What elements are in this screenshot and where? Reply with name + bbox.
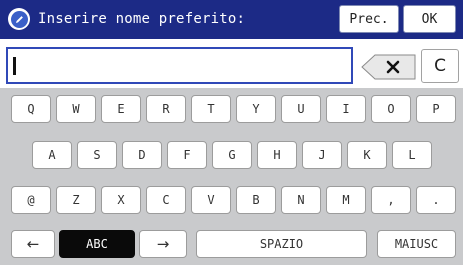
- key-h[interactable]: H: [257, 141, 297, 169]
- key-a[interactable]: A: [32, 141, 72, 169]
- key-b[interactable]: B: [236, 186, 276, 214]
- space-key[interactable]: SPAZIO: [196, 230, 367, 258]
- key-t[interactable]: T: [191, 95, 231, 123]
- key-comma[interactable]: ,: [371, 186, 411, 214]
- key-g[interactable]: G: [212, 141, 252, 169]
- key-o[interactable]: O: [371, 95, 411, 123]
- key-c[interactable]: C: [146, 186, 186, 214]
- cursor-right-button[interactable]: →: [139, 230, 187, 258]
- key-e[interactable]: E: [101, 95, 141, 123]
- dialog-title: Inserire nome preferito:: [38, 11, 246, 27]
- key-p[interactable]: P: [416, 95, 456, 123]
- backspace-icon: [361, 54, 416, 80]
- key-w[interactable]: W: [56, 95, 96, 123]
- shift-key[interactable]: MAIUSC: [377, 230, 456, 258]
- pencil-icon: [8, 8, 30, 30]
- key-period[interactable]: .: [416, 186, 456, 214]
- prev-button[interactable]: Prec.: [339, 5, 399, 33]
- key-f[interactable]: F: [167, 141, 207, 169]
- key-k[interactable]: K: [347, 141, 387, 169]
- key-z[interactable]: Z: [56, 186, 96, 214]
- backspace-button[interactable]: [361, 54, 417, 80]
- text-cursor: [13, 57, 16, 75]
- abc-mode-button[interactable]: ABC: [59, 230, 135, 258]
- key-d[interactable]: D: [122, 141, 162, 169]
- key-i[interactable]: I: [326, 95, 366, 123]
- key-q[interactable]: Q: [11, 95, 51, 123]
- ok-button[interactable]: OK: [403, 5, 456, 33]
- key-n[interactable]: N: [281, 186, 321, 214]
- name-input[interactable]: [6, 47, 353, 84]
- key-s[interactable]: S: [77, 141, 117, 169]
- key-y[interactable]: Y: [236, 95, 276, 123]
- key-l[interactable]: L: [392, 141, 432, 169]
- key-x[interactable]: X: [101, 186, 141, 214]
- key-at[interactable]: @: [11, 186, 51, 214]
- key-r[interactable]: R: [146, 95, 186, 123]
- key-j[interactable]: J: [302, 141, 342, 169]
- clear-button[interactable]: C: [421, 49, 459, 83]
- key-m[interactable]: M: [326, 186, 366, 214]
- key-u[interactable]: U: [281, 95, 321, 123]
- cursor-left-button[interactable]: ←: [11, 230, 55, 258]
- key-v[interactable]: V: [191, 186, 231, 214]
